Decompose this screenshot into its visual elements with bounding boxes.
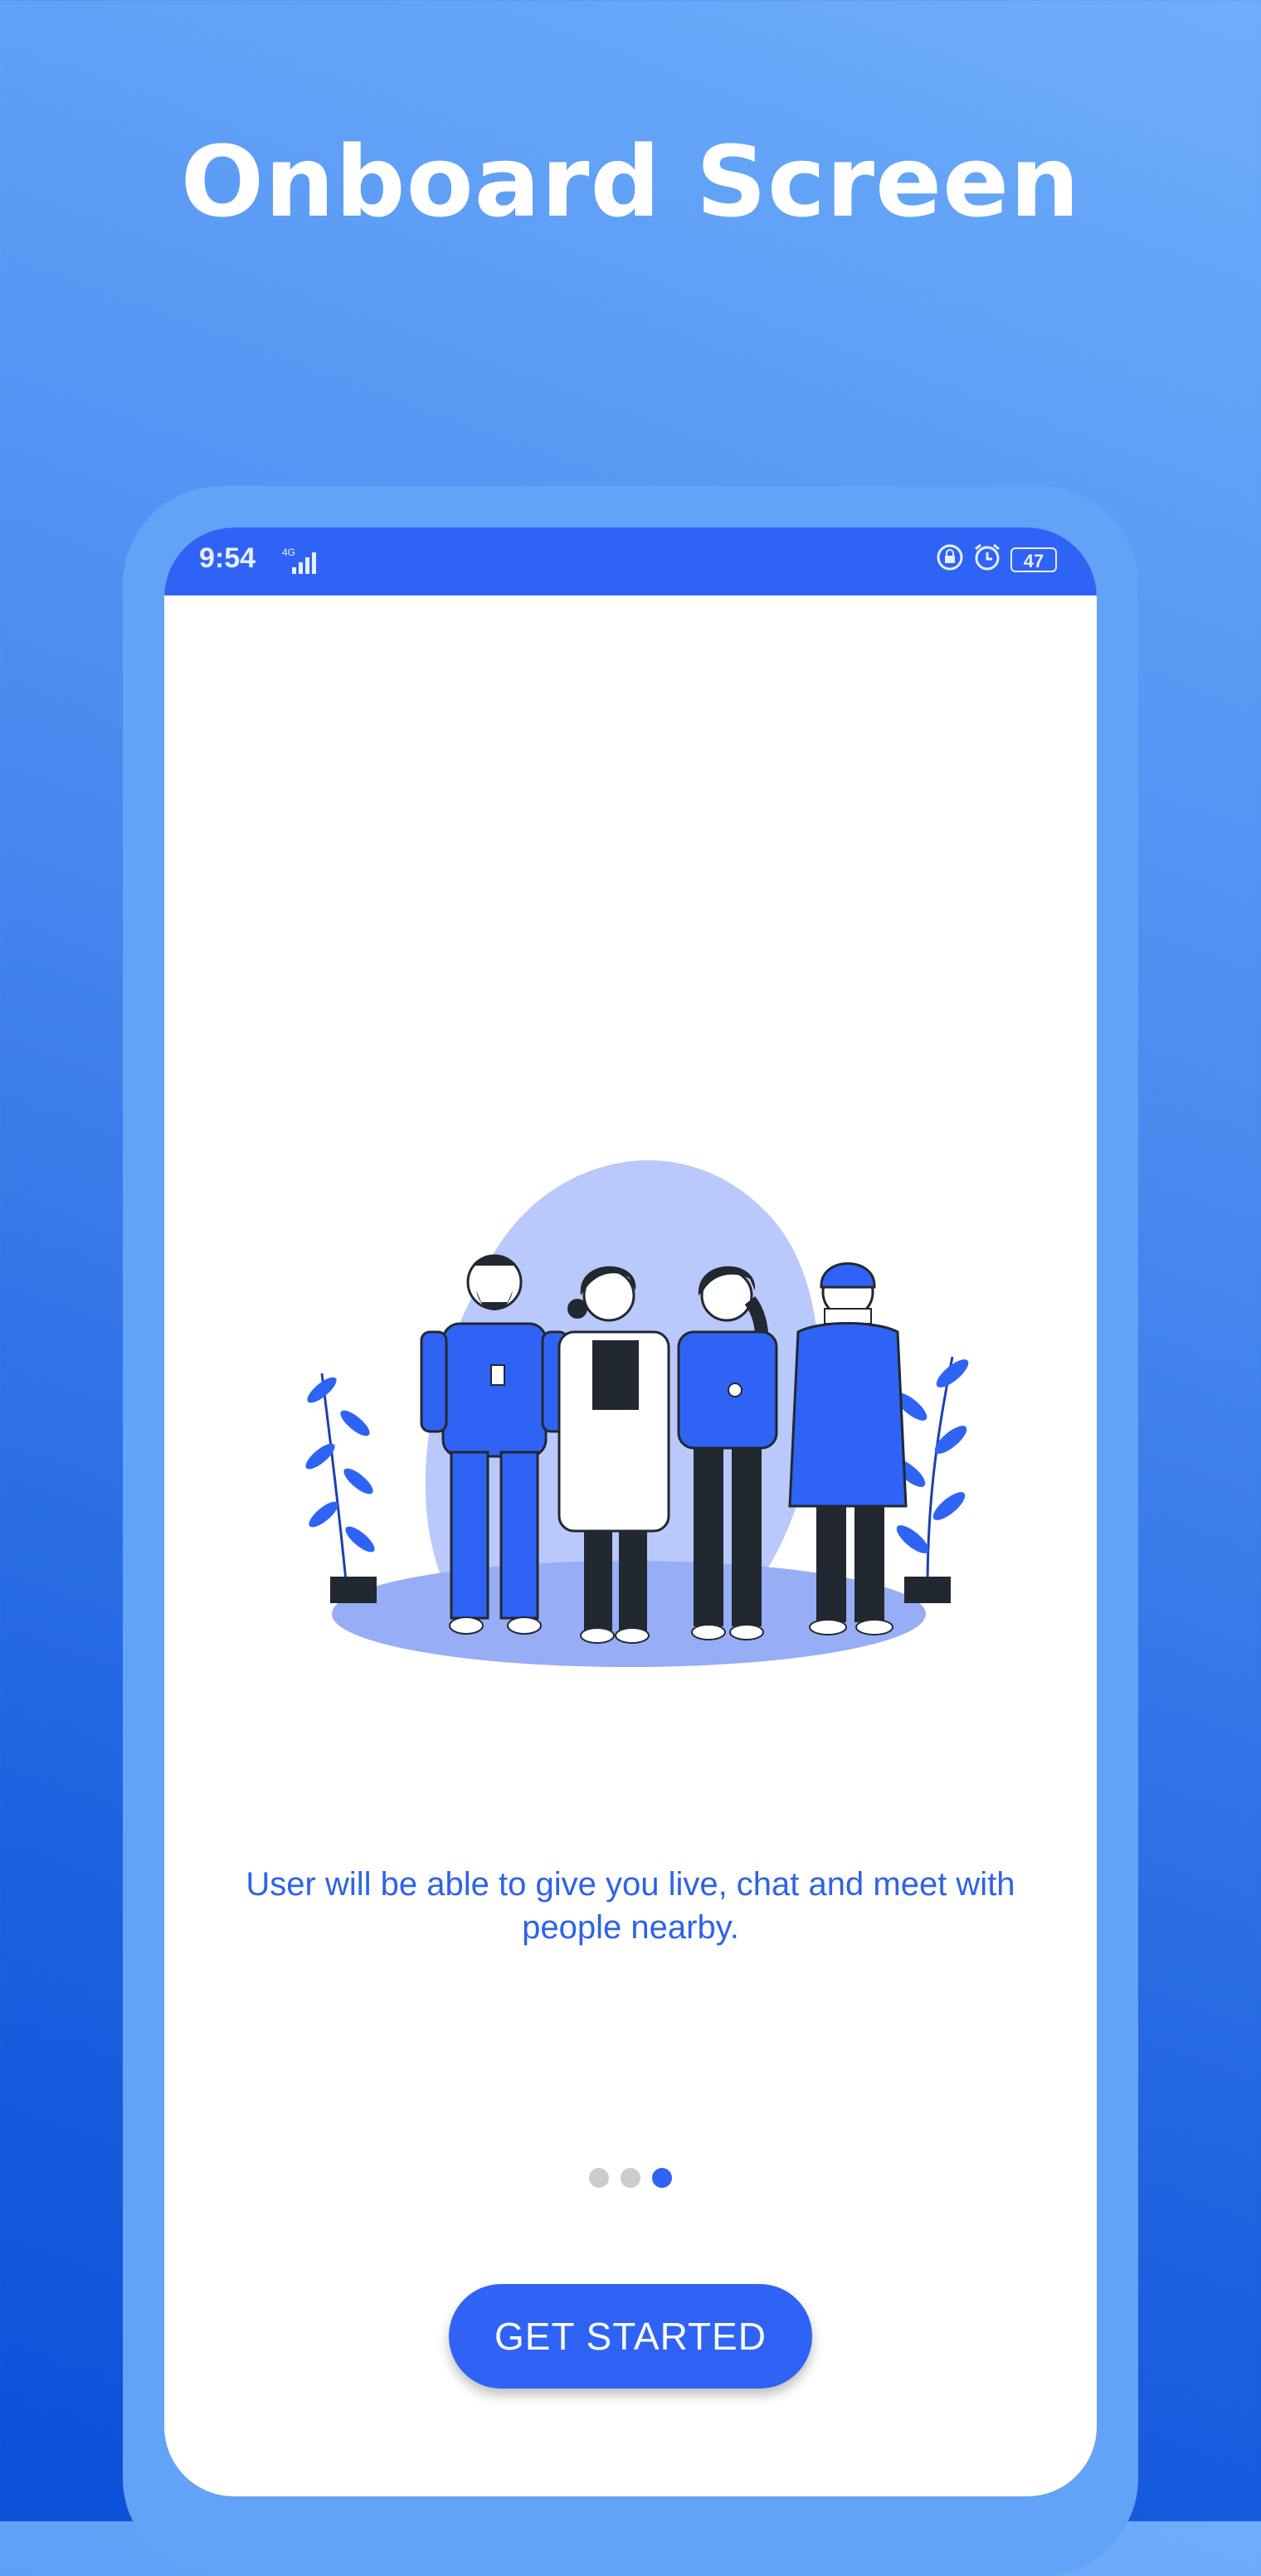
page-indicator (164, 2168, 1097, 2188)
page-dot-1[interactable] (589, 2168, 609, 2188)
network-type: 4G (282, 547, 295, 558)
page-dot-2[interactable] (621, 2168, 640, 2188)
alarm-icon (972, 542, 1002, 576)
signal-icon: 4G (280, 546, 330, 583)
plant-left (305, 1373, 377, 1603)
status-bar: 9:54 4G 47 (164, 527, 1097, 595)
battery-icon: 47 (1010, 547, 1057, 572)
lock-rotation-icon (936, 543, 964, 576)
onboarding-description: User will be able to give you live, chat… (246, 1866, 1015, 1946)
get-started-button[interactable]: GET STARTED (449, 2284, 812, 2389)
phone-screen: 9:54 4G 47 User will be able to give you… (164, 527, 1097, 2496)
page-dot-3-active[interactable] (652, 2168, 672, 2188)
medical-team-illustration (289, 1125, 972, 1689)
status-time: 9:54 (199, 542, 256, 574)
page-headline: Onboard Screen (180, 124, 1081, 239)
